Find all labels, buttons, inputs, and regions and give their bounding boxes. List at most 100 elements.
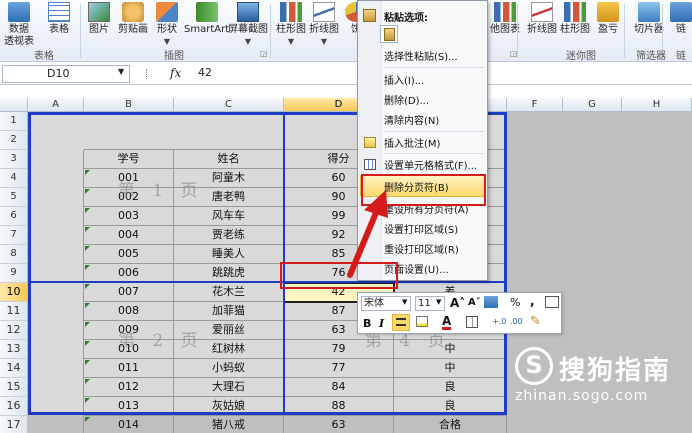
table-cell[interactable]: 005 — [84, 245, 174, 264]
row-header-10[interactable]: 10 — [0, 283, 28, 302]
menu-item-5[interactable]: 插入批注(M) — [384, 135, 440, 150]
otherchart-button[interactable]: 他图表 — [490, 2, 520, 36]
table-cell[interactable]: 007 — [84, 283, 174, 302]
table-cell[interactable]: 011 — [84, 359, 174, 378]
table-cell[interactable]: 小蚂蚁 — [174, 359, 284, 378]
menu-item-6[interactable]: 设置单元格格式(F)... — [384, 157, 477, 172]
clipart-label: 剪贴画 — [118, 24, 148, 35]
page-watermark-page1: 第 1 页 — [118, 181, 204, 201]
error-indicator-icon — [85, 360, 90, 365]
table-cell[interactable]: 风车车 — [174, 207, 284, 226]
comma-style-button[interactable]: , — [530, 294, 535, 308]
table-cell[interactable]: 中 — [394, 359, 507, 378]
row-header-14[interactable]: 14 — [0, 359, 28, 378]
table-cell[interactable]: 84 — [284, 378, 394, 397]
sparkline-button[interactable]: 折线图 — [527, 2, 557, 36]
shrink-font-icon[interactable]: A˅ — [468, 297, 481, 308]
size-dropdown-icon[interactable]: ▼ — [436, 298, 441, 306]
borders-icon[interactable] — [466, 316, 478, 328]
italic-button[interactable]: I — [379, 317, 384, 330]
table-cell[interactable]: 猪八戒 — [174, 416, 284, 433]
linechart-dropdown-icon[interactable]: ▼ — [321, 36, 327, 48]
table-cell[interactable]: 012 — [84, 378, 174, 397]
percent-style-button[interactable]: % — [510, 296, 520, 309]
screenshot-button[interactable]: 屏幕截图 ▼ — [228, 2, 268, 48]
link-button[interactable]: 链 — [670, 2, 692, 36]
sparkcol-button[interactable]: 柱形图 — [560, 2, 590, 36]
table-cell[interactable]: 睡美人 — [174, 245, 284, 264]
column-header-c[interactable]: C — [174, 98, 284, 112]
table-header-cell[interactable]: 姓名 — [174, 150, 284, 169]
line-chart-icon — [313, 2, 335, 22]
row-header-2[interactable]: 2 — [0, 131, 28, 150]
decrease-decimal-icon[interactable]: .00 — [510, 317, 523, 326]
table-cell[interactable]: 良 — [394, 378, 507, 397]
table-cell[interactable]: 贾老练 — [174, 226, 284, 245]
merge-center-icon[interactable] — [545, 296, 559, 308]
table-cell[interactable]: 大理石 — [174, 378, 284, 397]
menu-item-3[interactable]: 删除(D)... — [384, 92, 429, 107]
row-header-13[interactable]: 13 — [0, 340, 28, 359]
font-dropdown-icon[interactable]: ▼ — [402, 298, 407, 306]
fill-color-icon[interactable] — [416, 316, 428, 327]
name-box-dropdown-icon[interactable]: ▼ — [118, 67, 124, 76]
picture-button[interactable]: 图片 — [88, 2, 110, 36]
table-cell[interactable]: 合格 — [394, 416, 507, 433]
slicer-button[interactable]: 切片器 — [634, 2, 664, 36]
column-header-a[interactable]: A — [28, 98, 84, 112]
column-header-b[interactable]: B — [84, 98, 174, 112]
row-header-11[interactable]: 11 — [0, 302, 28, 321]
table-header-cell[interactable]: 学号 — [84, 150, 174, 169]
table-cell[interactable]: 63 — [284, 416, 394, 433]
select-all-corner[interactable] — [0, 98, 28, 112]
font-color-icon[interactable]: A — [442, 315, 452, 330]
screenshot-dropdown-icon[interactable]: ▼ — [245, 36, 251, 48]
format-painter-icon[interactable]: ✎ — [530, 314, 541, 329]
table-cell[interactable]: 加菲猫 — [174, 302, 284, 321]
colchart-dropdown-icon[interactable]: ▼ — [288, 36, 294, 48]
error-indicator-icon — [85, 189, 90, 194]
row-header-5[interactable]: 5 — [0, 188, 28, 207]
paste-button[interactable] — [380, 25, 398, 43]
menu-item-4[interactable]: 清除内容(N) — [384, 112, 439, 127]
name-box[interactable]: D10 — [2, 65, 130, 83]
row-header-12[interactable]: 12 — [0, 321, 28, 340]
row-header-9[interactable]: 9 — [0, 264, 28, 283]
grow-font-icon[interactable]: A˄ — [450, 296, 465, 310]
column-header-h[interactable]: H — [622, 98, 692, 112]
column-header-f[interactable]: F — [507, 98, 563, 112]
row-header-16[interactable]: 16 — [0, 397, 28, 416]
menu-item-1[interactable]: 选择性粘贴(S)... — [384, 48, 458, 63]
clipart-button[interactable]: 剪贴画 — [118, 2, 148, 36]
row-header-6[interactable]: 6 — [0, 207, 28, 226]
row-header-4[interactable]: 4 — [0, 169, 28, 188]
table-button[interactable]: 表格 — [48, 2, 70, 36]
dialog-launcher-icon[interactable]: ◲ — [510, 49, 518, 58]
row-header-8[interactable]: 8 — [0, 245, 28, 264]
row-header-7[interactable]: 7 — [0, 226, 28, 245]
bold-button[interactable]: B — [363, 317, 371, 330]
table-cell[interactable]: 014 — [84, 416, 174, 433]
row-header-1[interactable]: 1 — [0, 112, 28, 131]
table-cell[interactable]: 003 — [84, 207, 174, 226]
linechart-button[interactable]: 折线图 ▼ — [309, 2, 339, 48]
colchart-button[interactable]: 柱形图 ▼ — [276, 2, 306, 48]
insert-function-icon[interactable]: fx — [170, 66, 181, 80]
row-header-15[interactable]: 15 — [0, 378, 28, 397]
format-table-icon[interactable] — [484, 296, 498, 308]
winloss-button[interactable]: 盈亏 — [597, 2, 619, 36]
row-header-17[interactable]: 17 — [0, 416, 28, 433]
dialog-launcher-icon[interactable]: ◲ — [260, 49, 268, 58]
smartart-button[interactable]: SmartArt — [184, 2, 229, 36]
table-cell[interactable]: 77 — [284, 359, 394, 378]
increase-decimal-icon[interactable]: +.0 — [492, 317, 506, 326]
table-cell[interactable]: 花木兰 — [174, 283, 284, 302]
shapes-button[interactable]: 形状 ▼ — [156, 2, 178, 48]
column-header-g[interactable]: G — [563, 98, 622, 112]
pivot-button[interactable]: 数据 透视表 — [4, 2, 34, 48]
menu-item-2[interactable]: 插入(I)... — [384, 72, 424, 87]
table-cell[interactable]: 004 — [84, 226, 174, 245]
formula-input[interactable]: 42 — [198, 66, 212, 79]
table-cell[interactable]: 008 — [84, 302, 174, 321]
row-header-3[interactable]: 3 — [0, 150, 28, 169]
